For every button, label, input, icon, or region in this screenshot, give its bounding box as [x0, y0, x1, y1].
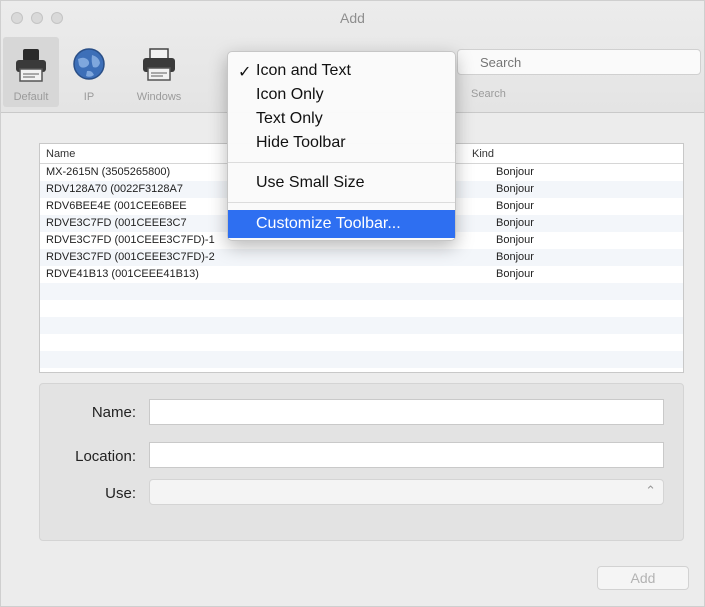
- empty-row: [40, 317, 683, 334]
- printer-kind: Bonjour: [496, 166, 534, 178]
- menu-item-icon-only[interactable]: Icon Only: [228, 84, 455, 108]
- menu-item-label: Hide Toolbar: [256, 134, 346, 151]
- add-button[interactable]: Add: [597, 566, 689, 590]
- printer-kind: Bonjour: [496, 268, 534, 280]
- name-input[interactable]: [150, 400, 663, 424]
- search-label: Search: [471, 88, 506, 100]
- menu-item-use-small-size[interactable]: Use Small Size: [228, 172, 455, 196]
- empty-row: [40, 334, 683, 351]
- menu-item-label: Text Only: [256, 110, 323, 127]
- printer-kind: Bonjour: [496, 200, 534, 212]
- menu-item-label: Icon and Text: [256, 62, 351, 79]
- printer-name: MX-2615N (3505265800): [46, 166, 171, 178]
- location-label: Location:: [75, 448, 136, 465]
- menu-item-text-only[interactable]: Text Only: [228, 108, 455, 132]
- menu-item-icon-and-text[interactable]: ✓ Icon and Text: [228, 60, 455, 84]
- menu-item-label: Customize Toolbar...: [256, 215, 401, 232]
- printer-name: RDV6BEE4E (001CEE6BEE: [46, 200, 187, 212]
- printer-kind: Bonjour: [496, 183, 534, 195]
- menu-item-label: Icon Only: [256, 86, 324, 103]
- printer-kind: Bonjour: [496, 217, 534, 229]
- printer-name: RDV128A70 (0022F3128A7: [46, 183, 183, 195]
- chevron-up-down-icon: ⌃: [645, 483, 656, 498]
- printer-details-panel: Name: Location: Use: ⌃: [39, 383, 684, 541]
- title-bar: Add: [1, 1, 704, 31]
- printer-kind: Bonjour: [496, 251, 534, 263]
- empty-row: [40, 283, 683, 300]
- name-label: Name:: [91, 404, 136, 421]
- menu-item-hide-toolbar[interactable]: Hide Toolbar: [228, 132, 455, 156]
- menu-separator: [228, 202, 455, 203]
- table-row[interactable]: RDVE41B13 (001CEEE41B13) Bonjour: [40, 266, 683, 283]
- menu-item-label: Use Small Size: [256, 174, 365, 191]
- toolbar-windows-button[interactable]: Windows: [131, 37, 187, 107]
- search-input[interactable]: [458, 50, 700, 74]
- globe-icon: [73, 48, 105, 80]
- menu-item-customize-toolbar[interactable]: Customize Toolbar...: [228, 210, 455, 238]
- printer-name: RDVE3C7FD (001CEEE3C7FD)-1: [46, 234, 215, 246]
- toolbar-ip-label: IP: [83, 91, 95, 103]
- use-select[interactable]: ⌃: [149, 479, 664, 505]
- toolbar-default-button[interactable]: Default: [3, 37, 59, 107]
- table-row[interactable]: RDVE3C7FD (001CEEE3C7FD)-2 Bonjour: [40, 249, 683, 266]
- printer-name: RDVE3C7FD (001CEEE3C7: [46, 217, 187, 229]
- add-printer-window: Add Default IP Windows Search Search Nam…: [0, 0, 705, 607]
- printer-kind: Bonjour: [496, 234, 534, 246]
- printer-name: RDVE3C7FD (001CEEE3C7FD)-2: [46, 251, 215, 263]
- toolbar-ip-button[interactable]: IP: [61, 37, 117, 107]
- toolbar-windows-label: Windows: [136, 91, 182, 103]
- window-title: Add: [340, 10, 365, 26]
- column-header-name[interactable]: Name: [46, 148, 75, 160]
- empty-row: [40, 351, 683, 368]
- search-field[interactable]: [457, 49, 701, 75]
- checkmark-icon: ✓: [238, 64, 252, 81]
- location-field[interactable]: [149, 442, 664, 468]
- name-field[interactable]: [149, 399, 664, 425]
- printer-name: RDVE41B13 (001CEEE41B13): [46, 268, 199, 280]
- toolbar-context-menu: ✓ Icon and Text Icon Only Text Only Hide…: [227, 51, 456, 241]
- printer-icon: [143, 48, 175, 81]
- toolbar-default-label: Default: [13, 91, 49, 103]
- location-input[interactable]: [150, 443, 663, 467]
- menu-separator: [228, 162, 455, 163]
- column-header-kind[interactable]: Kind: [472, 148, 494, 160]
- empty-row: [40, 300, 683, 317]
- printer-default-icon: [16, 49, 46, 82]
- use-label: Use:: [105, 485, 136, 502]
